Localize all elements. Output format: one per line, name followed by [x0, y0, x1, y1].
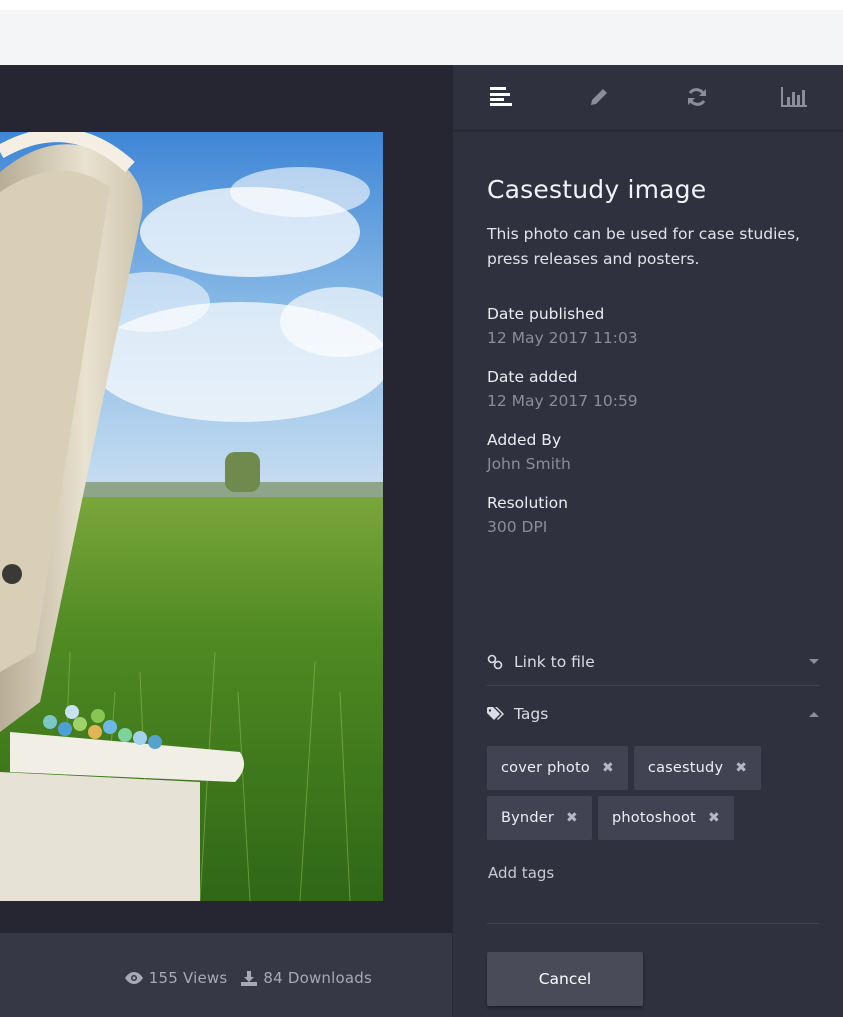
- top-bar: [0, 0, 843, 65]
- meta-value: 300 DPI: [487, 518, 548, 536]
- meta-value: John Smith: [487, 455, 571, 473]
- tab-versions[interactable]: [648, 65, 746, 129]
- meta-date-published: Date published 12 May 2017 11:03: [487, 302, 819, 350]
- meta-label: Date published: [487, 305, 605, 323]
- asset-stats: 155 Views 84 Downloads: [124, 969, 372, 987]
- tab-edit[interactable]: [551, 65, 649, 129]
- link-to-file-label: Link to file: [514, 652, 595, 671]
- details-panel: Casestudy image This photo can be used f…: [453, 65, 843, 933]
- remove-tag-icon[interactable]: ✖: [566, 810, 578, 826]
- tag-list: cover photo ✖ casestudy ✖ Bynder ✖ photo…: [487, 746, 827, 840]
- tag-label: casestudy: [647, 760, 724, 776]
- asset-image-graphic: [0, 132, 383, 901]
- panel-toolbar: [453, 65, 843, 132]
- asset-details: Casestudy image This photo can be used f…: [487, 175, 819, 554]
- asset-title: Casestudy image: [487, 175, 707, 204]
- meta-label: Date added: [487, 368, 578, 386]
- remove-tag-icon[interactable]: ✖: [708, 810, 720, 826]
- chevron-down-icon[interactable]: [809, 659, 819, 664]
- tab-info[interactable]: [453, 65, 551, 129]
- meta-added-by: Added By John Smith: [487, 428, 819, 476]
- divider: [487, 923, 819, 924]
- views-count: 155 Views: [148, 969, 228, 987]
- tags-section-header[interactable]: Tags: [487, 692, 819, 736]
- meta-resolution: Resolution 300 DPI: [487, 491, 819, 539]
- asset-meta: Date published 12 May 2017 11:03 Date ad…: [487, 302, 819, 539]
- tag-chip: casestudy ✖: [633, 746, 762, 790]
- meta-label: Added By: [487, 431, 562, 449]
- remove-tag-icon[interactable]: ✖: [602, 760, 614, 776]
- viewer-footer: 155 Views 84 Downloads: [0, 933, 453, 1017]
- link-to-file-section[interactable]: Link to file: [487, 638, 819, 686]
- tags-icon: [487, 707, 509, 721]
- tag-label: Bynder: [501, 810, 555, 826]
- image-viewer: [0, 65, 453, 933]
- bar-chart-icon: [781, 87, 808, 107]
- info-list-icon: [489, 87, 512, 106]
- tags-label: Tags: [514, 705, 549, 723]
- meta-label: Resolution: [487, 494, 568, 512]
- chevron-up-icon[interactable]: [809, 711, 819, 717]
- download-icon: [241, 970, 258, 986]
- add-tags-input[interactable]: Add tags: [488, 864, 554, 882]
- refresh-icon: [687, 88, 706, 106]
- link-icon: [487, 654, 509, 670]
- meta-date-added: Date added 12 May 2017 10:59: [487, 365, 819, 413]
- remove-tag-icon[interactable]: ✖: [735, 760, 747, 776]
- meta-value: 12 May 2017 10:59: [487, 392, 638, 410]
- pencil-icon: [591, 89, 608, 105]
- eye-icon: [124, 972, 143, 984]
- tag-label: photoshoot: [611, 810, 696, 826]
- top-bar-strip: [0, 10, 843, 65]
- tab-statistics[interactable]: [746, 65, 843, 129]
- tag-chip: cover photo ✖: [487, 746, 628, 790]
- asset-description: This photo can be used for case studies,…: [487, 225, 800, 268]
- tag-label: cover photo: [501, 760, 590, 776]
- tag-chip: Bynder ✖: [487, 796, 592, 840]
- tag-chip: photoshoot ✖: [597, 796, 734, 840]
- downloads-count: 84 Downloads: [263, 969, 372, 987]
- panel-footer: Cancel: [453, 933, 843, 1017]
- asset-image[interactable]: [0, 132, 383, 901]
- cancel-button[interactable]: Cancel: [487, 952, 643, 1006]
- meta-value: 12 May 2017 11:03: [487, 329, 638, 347]
